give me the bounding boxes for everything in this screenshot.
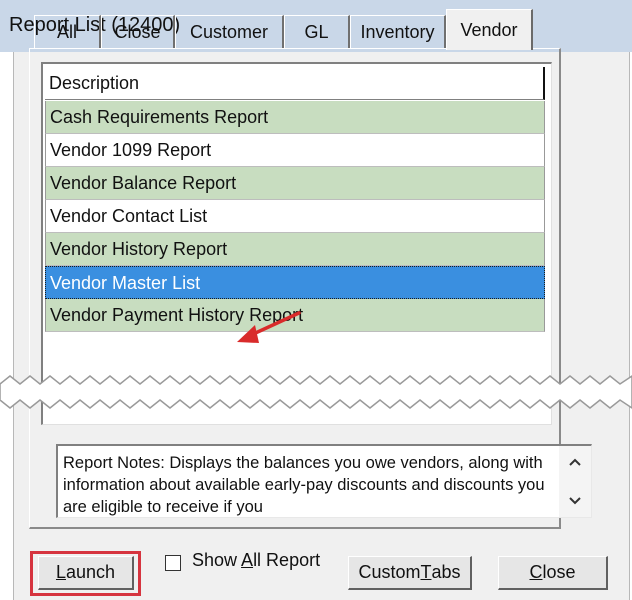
report-list-window: Report List (12400) All Close Customer G… — [0, 0, 632, 600]
show-all-label-access-key: A — [241, 550, 254, 570]
show-all-report-checkbox[interactable] — [165, 555, 181, 571]
list-item-selected[interactable]: Vendor Master List — [45, 266, 545, 299]
list-item[interactable]: Cash Requirements Report — [45, 101, 545, 134]
report-notes-text: Report Notes: Displays the balances you … — [63, 454, 545, 516]
scroll-up-button[interactable] — [559, 446, 591, 478]
tab-customer-label: Customer — [189, 21, 269, 42]
list-item[interactable]: Vendor 1099 Report — [45, 134, 545, 167]
show-all-label-post: ll Report — [253, 550, 321, 570]
notes-scrollbar[interactable] — [559, 446, 591, 517]
list-item-label: Vendor 1099 Report — [50, 140, 212, 160]
report-list[interactable]: Description Cash Requirements Report Ven… — [41, 62, 552, 425]
tab-vendor[interactable]: Vendor — [446, 9, 533, 50]
close-label-access-key: C — [529, 562, 543, 582]
close-label-post: lose — [542, 562, 576, 582]
torn-edge-divider — [0, 375, 632, 409]
show-all-report-label[interactable]: Show All Report — [192, 550, 320, 571]
list-item[interactable]: Vendor Balance Report — [45, 167, 545, 200]
tab-inventory-label: Inventory — [360, 21, 435, 42]
list-item-label: Cash Requirements Report — [50, 107, 269, 127]
list-item[interactable]: Vendor History Report — [45, 233, 545, 266]
list-item-label: Vendor History Report — [50, 239, 228, 259]
tab-all[interactable]: All — [34, 15, 101, 48]
show-all-label-pre: Show — [192, 550, 242, 570]
custom-tabs-label-post: abs — [431, 562, 461, 582]
tab-close[interactable]: Close — [101, 15, 175, 48]
tab-gl-label: GL — [304, 21, 329, 42]
custom-tabs-label-pre: Custom — [358, 562, 421, 582]
tab-inventory[interactable]: Inventory — [350, 15, 446, 48]
chevron-down-icon — [569, 497, 581, 505]
list-item-label: Vendor Contact List — [50, 206, 208, 226]
close-button[interactable]: Close — [498, 556, 608, 590]
tab-gl[interactable]: GL — [284, 15, 350, 48]
list-item[interactable]: Vendor Contact List — [45, 200, 545, 233]
launch-highlight-outline — [30, 551, 141, 596]
tab-vendor-label: Vendor — [460, 19, 518, 40]
list-item-label: Vendor Master List — [50, 273, 201, 293]
report-notes-box[interactable]: Report Notes: Displays the balances you … — [56, 444, 592, 518]
chevron-up-icon — [569, 458, 581, 466]
column-header-description[interactable]: Description — [45, 67, 545, 100]
scroll-down-button[interactable] — [559, 485, 591, 517]
tab-close-label: Close — [114, 21, 161, 42]
list-item-label: Vendor Balance Report — [50, 173, 237, 193]
custom-tabs-label-access-key: T — [420, 562, 432, 582]
tab-all-label: All — [56, 21, 77, 42]
tab-customer[interactable]: Customer — [175, 15, 284, 48]
custom-tabs-button[interactable]: Custom Tabs — [348, 556, 472, 590]
annotation-arrow-icon — [237, 311, 301, 343]
